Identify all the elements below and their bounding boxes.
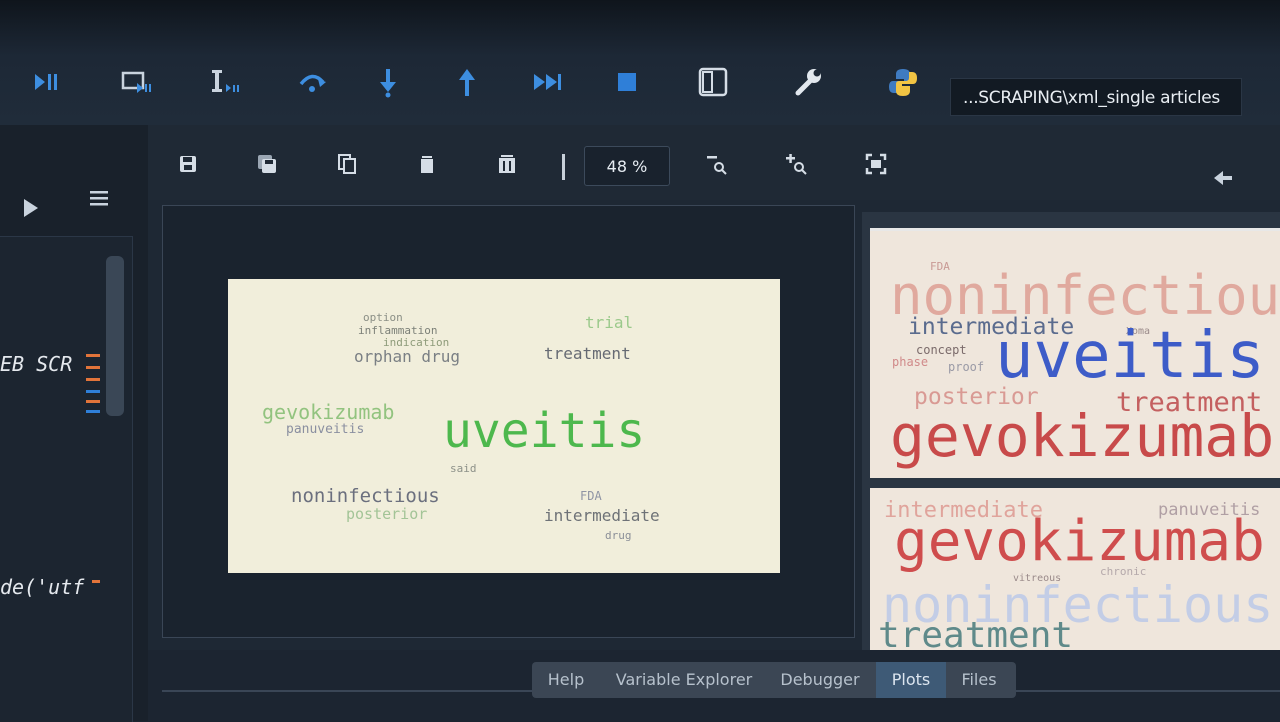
code-marker [86,366,100,369]
wordcloud-word: treatment [544,344,631,363]
code-marker [92,580,100,583]
tab-variable-explorer[interactable]: Variable Explorer [604,662,764,698]
wordcloud-word: orphan drug [354,347,460,366]
wordcloud-word: chronic [1100,565,1147,578]
zoom-level-field[interactable]: 48 % [584,146,670,186]
wordcloud-word: trial [585,313,634,332]
wordcloud-plot: option inflammation indication trial orp… [228,279,780,573]
hamburger-menu-icon[interactable] [88,187,114,211]
wordcloud-word: posterior [346,505,428,523]
python-path-icon[interactable] [883,62,923,102]
code-marker [86,354,100,357]
wordcloud-word: gevokizumab [890,402,1275,470]
tab-debugger[interactable]: Debugger [768,662,872,698]
main-toolbar: ...SCRAPING\xml_single articles [0,0,1280,125]
wordcloud-word: proof [948,360,985,374]
wordcloud-word: intermediate [544,506,660,525]
code-text: EB SCR [0,352,73,376]
wordcloud-word: treatment [878,615,1074,653]
wordcloud-word: uveitis [443,403,646,459]
wordcloud-word: said [450,462,477,475]
wordcloud-word: noninfectious [291,485,440,507]
save-all-plots-icon[interactable] [252,150,282,178]
fit-plot-icon[interactable] [861,150,891,178]
zoom-in-icon[interactable] [781,150,811,178]
debug-run-icon[interactable] [27,62,67,102]
run-cell-icon[interactable] [116,62,156,102]
editor-scrollbar[interactable] [106,256,124,416]
zoom-out-icon[interactable] [701,150,731,178]
code-marker [86,400,100,403]
wordcloud-word: gevokizumab [894,509,1265,574]
wordcloud-word: option [363,311,403,324]
code-marker [86,390,100,393]
step-return-icon[interactable] [447,62,487,102]
plot-thumbnail[interactable]: FDA noninfectious intermediate Xoma conc… [870,228,1280,478]
step-over-icon[interactable] [292,62,332,102]
wordcloud-word: phase [892,355,929,369]
working-directory-field[interactable]: ...SCRAPING\xml_single articles [950,78,1242,116]
wordcloud-word: drug [605,529,632,542]
previous-plot-icon[interactable] [1212,168,1234,188]
plot-thumbnail[interactable]: intermediate panuveitis gevokizumab vitr… [870,488,1280,652]
remove-all-plots-icon[interactable] [492,150,522,178]
maximize-pane-icon[interactable] [693,62,733,102]
wordcloud-word: panuveitis [286,422,365,437]
step-into-icon[interactable] [368,62,408,102]
copy-plot-icon[interactable] [332,150,362,178]
code-text: de('utf [0,575,85,599]
tab-plots[interactable]: Plots [876,662,946,698]
stop-icon[interactable] [607,62,647,102]
tab-files[interactable]: Files [946,662,1012,698]
preferences-icon[interactable] [788,62,828,102]
wordcloud-word: uveitis [995,319,1265,393]
run-line-icon[interactable] [205,62,245,102]
run-file-icon[interactable] [22,197,40,219]
tab-help[interactable]: Help [532,662,600,698]
toolbar-separator [562,154,565,180]
remove-plot-icon[interactable] [412,150,442,178]
continue-icon[interactable] [527,62,567,102]
code-marker [86,378,100,381]
wordcloud-word: inflammation [358,324,438,337]
code-marker [86,410,100,413]
save-plot-icon[interactable] [173,150,203,178]
wordcloud-word: gevokizumab [262,400,395,424]
wordcloud-word: FDA [580,489,602,503]
